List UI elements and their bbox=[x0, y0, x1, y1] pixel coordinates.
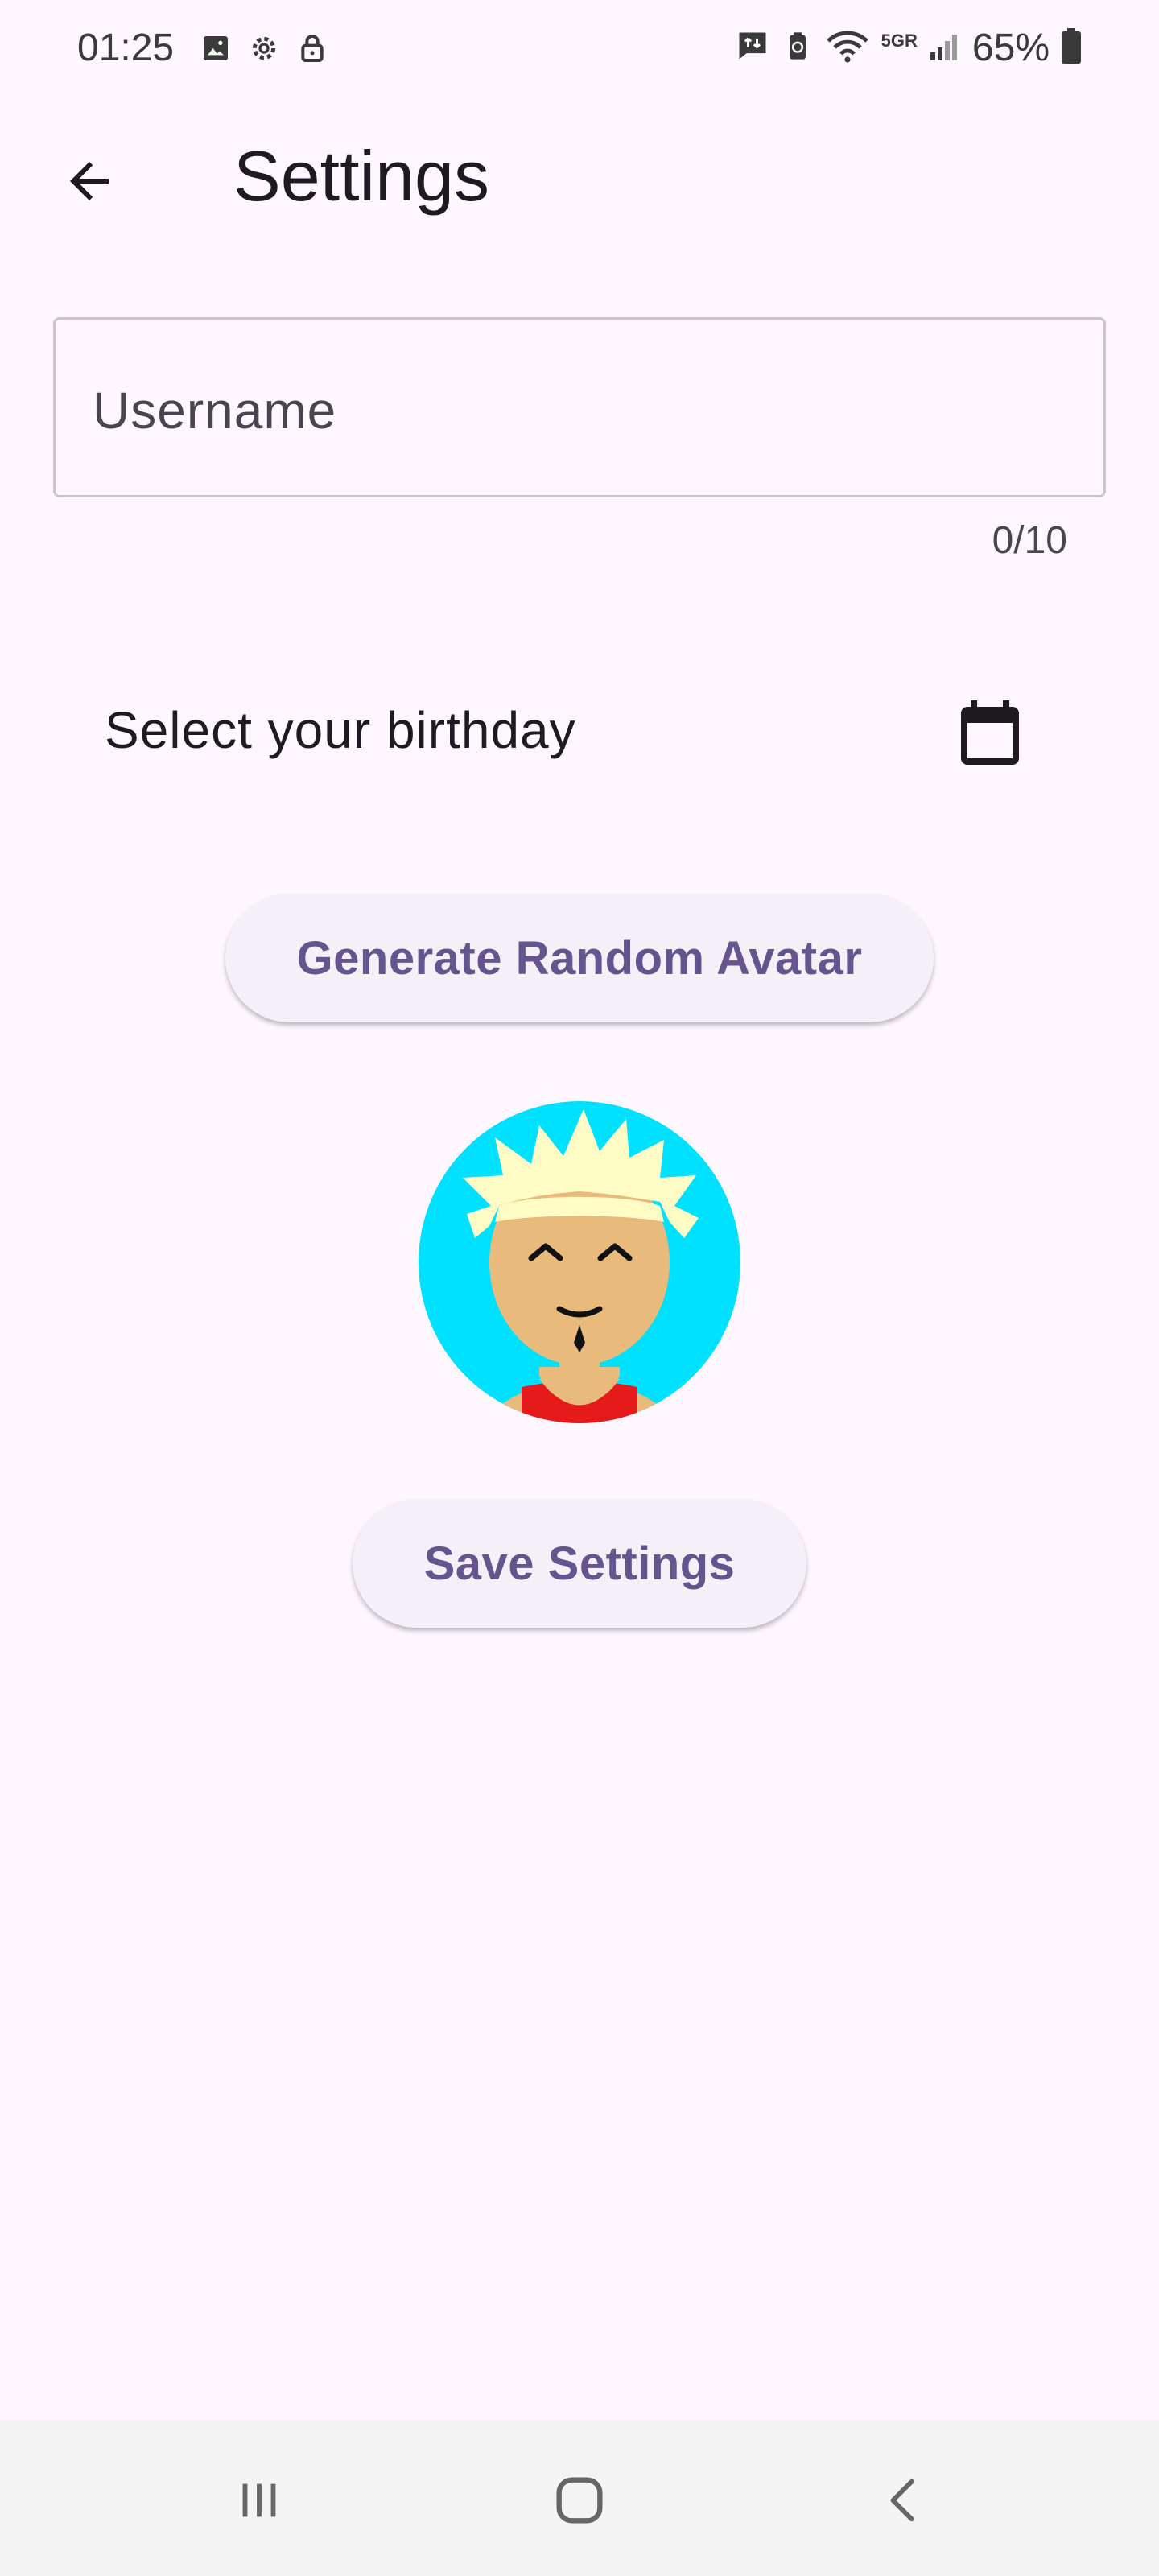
navigation-bar bbox=[0, 2420, 1159, 2576]
avatar bbox=[419, 1101, 740, 1423]
generate-avatar-button[interactable]: Generate Random Avatar bbox=[225, 894, 934, 1022]
save-settings-button[interactable]: Save Settings bbox=[353, 1499, 806, 1628]
back-icon bbox=[890, 2479, 914, 2522]
app-bar: Settings bbox=[0, 105, 1159, 242]
status-time: 01:25 bbox=[77, 27, 175, 69]
username-placeholder: Username bbox=[93, 382, 337, 440]
battery-icon bbox=[1061, 28, 1082, 68]
status-right-icons: 5GR 65% bbox=[735, 26, 1082, 70]
calendar-button[interactable] bbox=[942, 684, 1038, 781]
status-bar: 01:25 5GR 65% bbox=[0, 0, 1159, 105]
gear-icon bbox=[248, 32, 280, 68]
battery-saver-icon bbox=[782, 28, 814, 68]
signal-icon bbox=[929, 30, 961, 66]
home-icon bbox=[556, 2477, 603, 2524]
network-type: 5GR bbox=[881, 30, 918, 51]
birthday-row: Select your birthday bbox=[0, 668, 1159, 789]
battery-percent: 65% bbox=[971, 27, 1050, 69]
system-back-button[interactable] bbox=[856, 2460, 953, 2541]
home-button[interactable] bbox=[531, 2460, 628, 2541]
birthday-label: Select your birthday bbox=[105, 701, 576, 759]
arrow-back-icon bbox=[70, 162, 109, 200]
recent-apps-icon bbox=[242, 2483, 276, 2517]
generate-avatar-label: Generate Random Avatar bbox=[296, 931, 863, 985]
message-sync-icon bbox=[735, 28, 770, 68]
lock-icon bbox=[296, 32, 328, 68]
back-button[interactable] bbox=[45, 137, 134, 225]
status-left-icons bbox=[200, 32, 328, 68]
calendar-icon bbox=[961, 700, 1019, 765]
character-counter: 0/10 bbox=[992, 519, 1067, 562]
save-settings-label: Save Settings bbox=[423, 1537, 736, 1590]
username-field[interactable]: Username bbox=[53, 317, 1106, 497]
image-icon bbox=[200, 32, 232, 68]
recent-apps-button[interactable] bbox=[211, 2460, 307, 2541]
page-title: Settings bbox=[233, 136, 489, 216]
wifi-icon bbox=[825, 28, 870, 68]
